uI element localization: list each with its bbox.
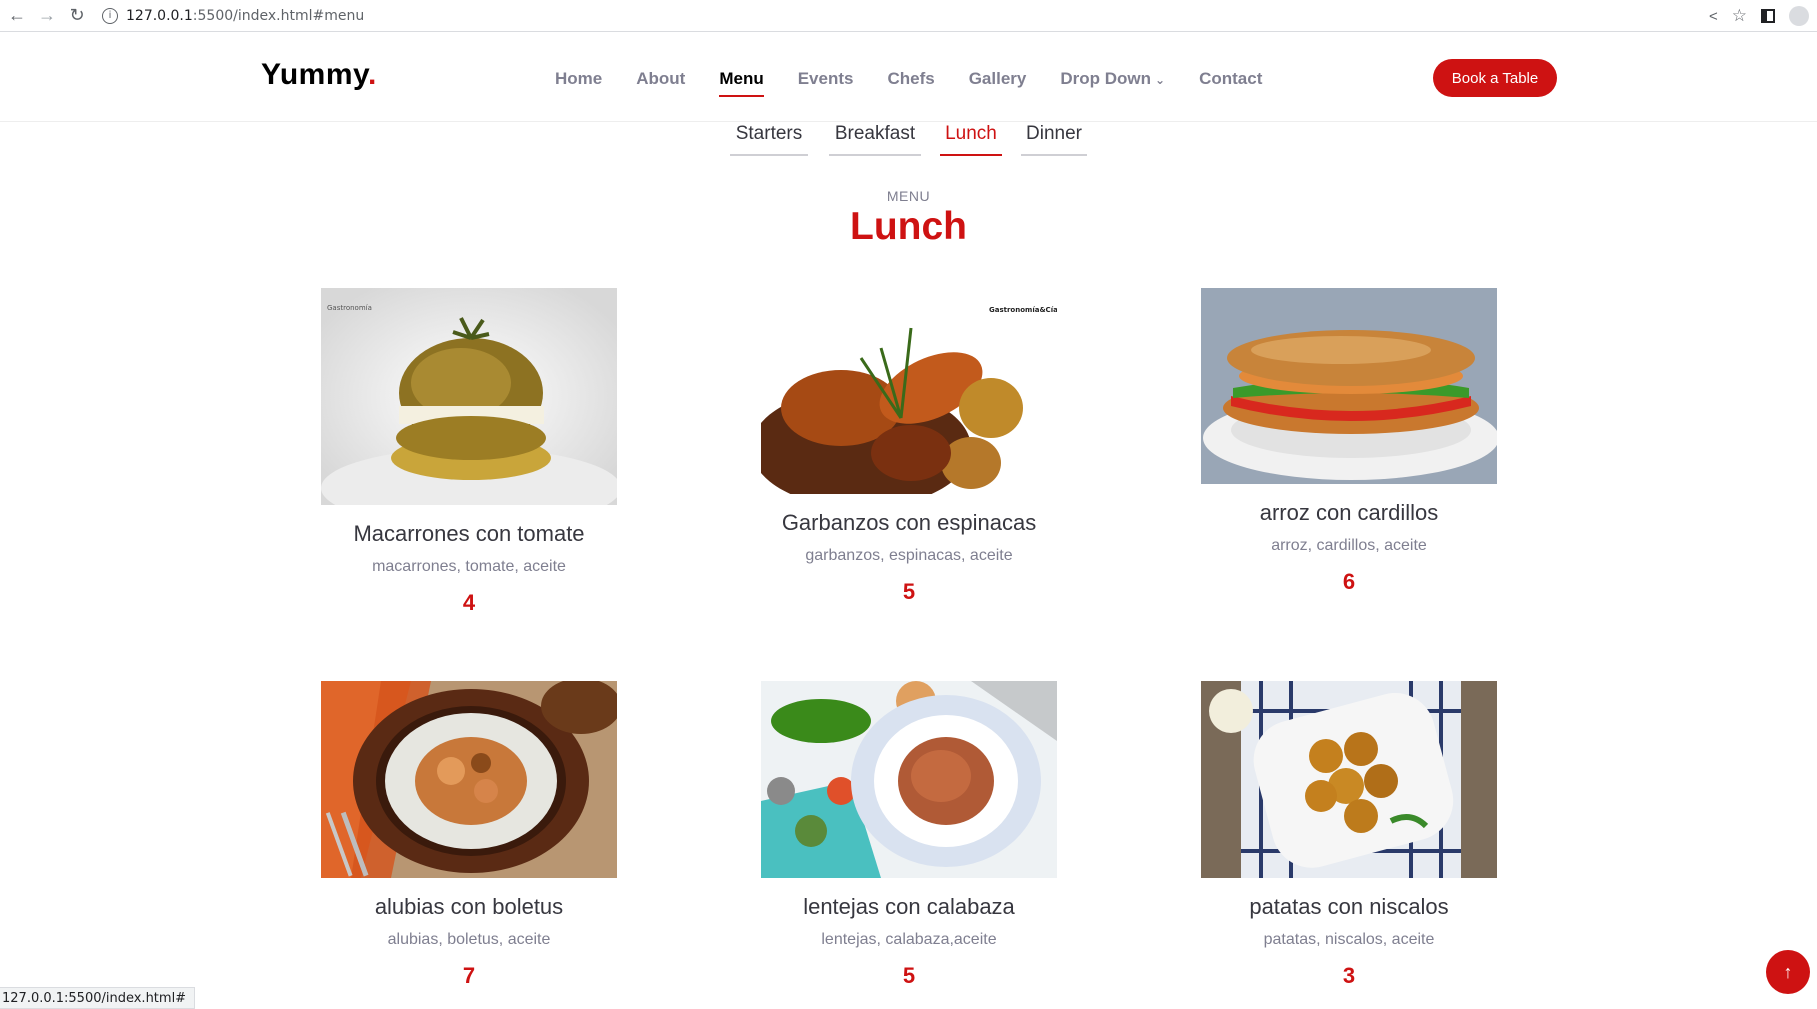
menu-item[interactable]: alubias con boletus alubias, boletus, ac… xyxy=(321,681,617,989)
main-nav: Home About Menu Events Chefs Gallery Dro… xyxy=(555,69,1296,97)
svg-text:Gastronomía: Gastronomía xyxy=(327,304,372,312)
item-ingredients: macarrones, tomate, aceite xyxy=(372,558,566,575)
logo-text: Yummy xyxy=(261,58,368,91)
item-name: arroz con cardillos xyxy=(1259,500,1439,525)
reload-icon[interactable]: ↻ xyxy=(64,3,90,29)
menu-item[interactable]: patatas con niscalos patatas, niscalos, … xyxy=(1201,681,1497,989)
url-path: :5500/index.html#menu xyxy=(192,7,365,24)
nav-dropdown[interactable]: Drop Down ⌄ xyxy=(1060,69,1165,95)
rice-dish-photo[interactable] xyxy=(761,681,1057,878)
site-logo[interactable]: Yummy. xyxy=(261,58,377,92)
bookmark-star-icon[interactable]: ☆ xyxy=(1732,6,1747,26)
chevron-down-icon: ⌄ xyxy=(1155,73,1166,87)
tab-breakfast[interactable]: Breakfast xyxy=(829,122,921,156)
item-name: patatas con niscalos xyxy=(1249,894,1449,919)
item-price: 5 xyxy=(902,963,916,988)
nav-events[interactable]: Events xyxy=(798,69,854,95)
menu-item[interactable]: lentejas con calabaza lentejas, calabaza… xyxy=(761,681,1057,989)
item-ingredients: arroz, cardillos, aceite xyxy=(1271,537,1427,554)
item-ingredients: patatas, niscalos, aceite xyxy=(1263,931,1435,948)
item-ingredients: garbanzos, espinacas, aceite xyxy=(805,547,1013,564)
share-icon[interactable]: < xyxy=(1709,8,1718,25)
browser-toolbar: ← → ↻ i 127.0.0.1:5500/index.html#menu <… xyxy=(0,0,1817,32)
tab-starters[interactable]: Starters xyxy=(730,122,808,156)
nav-gallery[interactable]: Gallery xyxy=(969,69,1027,95)
nav-chefs[interactable]: Chefs xyxy=(887,69,934,95)
item-name: Garbanzos con espinacas xyxy=(781,510,1037,535)
nav-dropdown-label: Drop Down xyxy=(1060,69,1152,88)
tab-lunch[interactable]: Lunch xyxy=(940,122,1002,156)
item-price: 6 xyxy=(1342,569,1356,594)
menu-item[interactable]: Gastronomía&Cía Garbanzos con espinacas … xyxy=(761,288,1057,605)
shrimp-plate-photo[interactable] xyxy=(321,681,617,878)
book-table-button[interactable]: Book a Table xyxy=(1433,59,1557,97)
logo-dot: . xyxy=(368,58,377,91)
back-arrow-icon[interactable]: ← xyxy=(4,3,30,29)
section-subtitle: MENU xyxy=(886,188,931,204)
nav-home[interactable]: Home xyxy=(555,69,602,95)
section-title: Lunch xyxy=(850,205,967,248)
sandwich-photo[interactable] xyxy=(1201,288,1497,484)
svg-text:Gastronomía&Cía: Gastronomía&Cía xyxy=(989,306,1057,314)
nav-menu[interactable]: Menu xyxy=(719,69,765,97)
stuffed-tomato-photo[interactable]: Gastronomía xyxy=(321,288,617,505)
item-name: alubias con boletus xyxy=(374,894,564,919)
info-icon[interactable]: i xyxy=(102,7,118,24)
side-panel-icon[interactable] xyxy=(1761,9,1775,23)
arrow-up-icon: ↑ xyxy=(1783,961,1793,982)
item-name: lentejas con calabaza xyxy=(803,894,1015,919)
nav-contact[interactable]: Contact xyxy=(1199,69,1262,95)
menu-item[interactable]: Gastronomía Macarrones con tomate macarr… xyxy=(321,288,617,616)
meat-stew-photo[interactable]: Gastronomía&Cía xyxy=(761,288,1057,494)
tab-dinner[interactable]: Dinner xyxy=(1021,122,1087,156)
site-header: Yummy. Home About Menu Events Chefs Gall… xyxy=(0,33,1817,122)
address-bar[interactable]: i 127.0.0.1:5500/index.html#menu xyxy=(102,7,365,24)
profile-avatar-icon[interactable] xyxy=(1789,6,1809,26)
item-price: 7 xyxy=(462,963,476,988)
item-price: 4 xyxy=(462,590,476,615)
item-price: 5 xyxy=(902,579,916,604)
item-name: Macarrones con tomate xyxy=(353,521,585,546)
croquettes-photo[interactable] xyxy=(1201,681,1497,878)
item-ingredients: lentejas, calabaza,aceite xyxy=(821,931,997,948)
back-to-top-button[interactable]: ↑ xyxy=(1766,950,1810,994)
menu-item[interactable]: arroz con cardillos arroz, cardillos, ac… xyxy=(1201,288,1497,595)
forward-arrow-icon[interactable]: → xyxy=(34,3,60,29)
item-ingredients: alubias, boletus, aceite xyxy=(387,931,551,948)
menu-tabs: Starters Breakfast Lunch Dinner xyxy=(0,122,1817,158)
item-price: 3 xyxy=(1342,963,1356,988)
url-host: 127.0.0.1 xyxy=(126,7,193,24)
nav-about[interactable]: About xyxy=(636,69,685,95)
status-bar-url: 127.0.0.1:5500/index.html# xyxy=(0,987,196,1009)
